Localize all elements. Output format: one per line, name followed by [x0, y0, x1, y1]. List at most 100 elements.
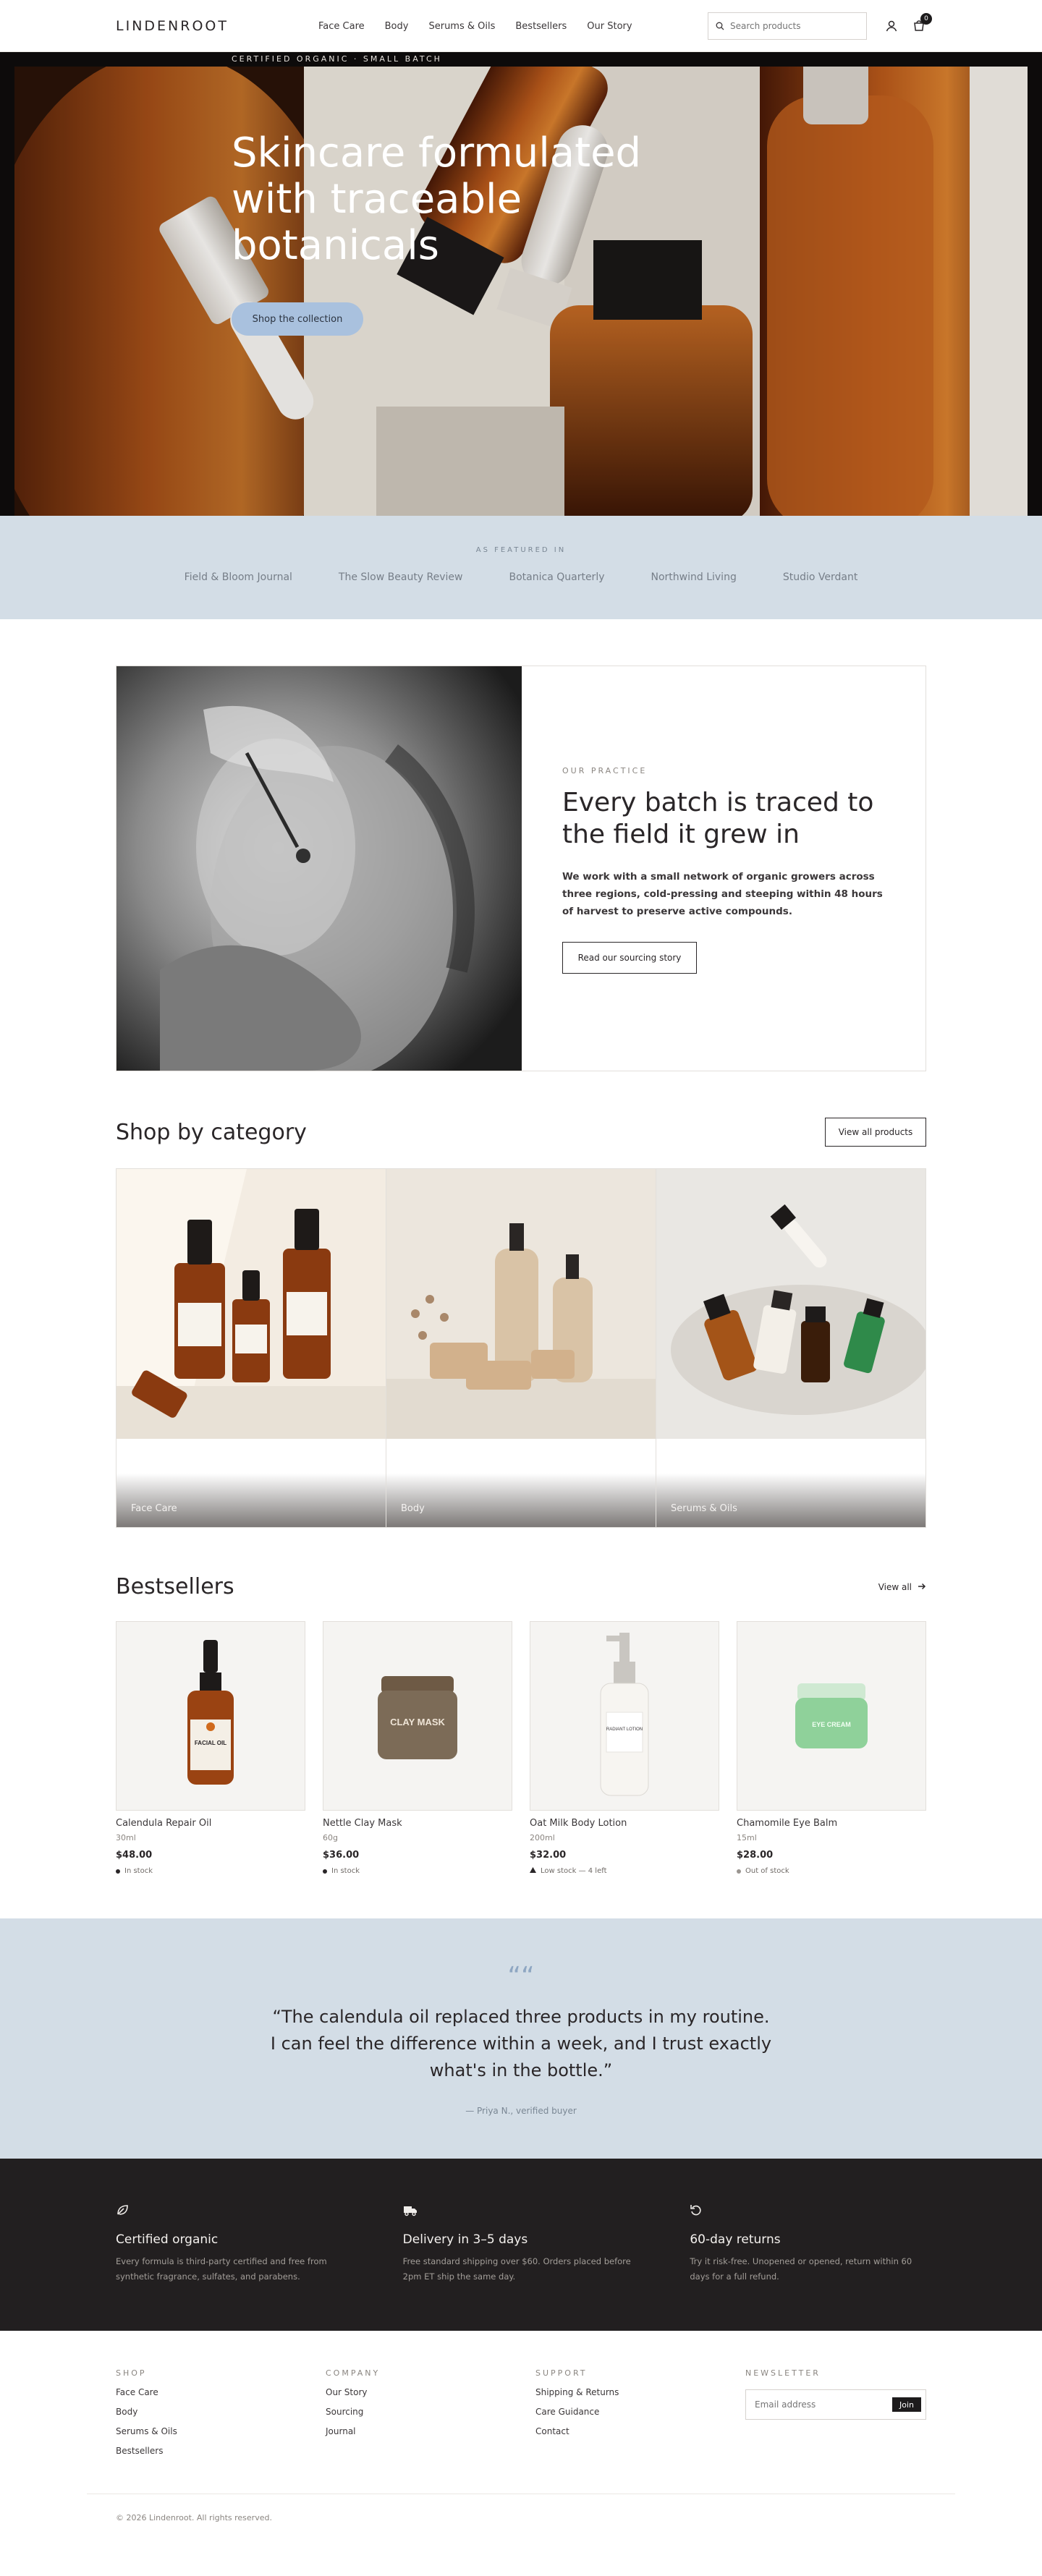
stock-status: Out of stock — [737, 1867, 926, 1875]
warning-triangle-icon — [530, 1867, 536, 1875]
product-name[interactable]: Chamomile Eye Balm — [737, 1818, 926, 1829]
product-image[interactable]: FACIAL OIL — [116, 1621, 305, 1811]
footer-col-support: SUPPORT Shipping & Returns Care Guidance… — [535, 2368, 745, 2456]
product-image[interactable]: RADIANT LOTION — [530, 1621, 719, 1811]
product-image[interactable]: CLAY MASK — [323, 1621, 512, 1811]
value-prop-delivery: Delivery in 3–5 days Free standard shipp… — [403, 2203, 640, 2284]
search-box[interactable] — [708, 12, 867, 40]
nav-item-bestsellers[interactable]: Bestsellers — [515, 21, 567, 32]
nav-item-our-story[interactable]: Our Story — [587, 21, 632, 32]
footer-link[interactable]: Sourcing — [326, 2407, 535, 2417]
product-price: $36.00 — [323, 1850, 360, 1861]
bestsellers-heading: Bestsellers — [116, 1574, 234, 1599]
serums-oils-image — [656, 1169, 925, 1439]
product-size: 60g — [323, 1833, 338, 1842]
footer-link[interactable]: Our Story — [326, 2387, 535, 2397]
nav-item-body[interactable]: Body — [385, 21, 409, 32]
footer-heading: COMPANY — [326, 2368, 381, 2378]
category-label: Face Care — [131, 1503, 177, 1514]
bestsellers-section: Bestsellers View all FACIAL OIL Calendul… — [116, 1574, 926, 1875]
footer-link[interactable]: Journal — [326, 2426, 535, 2436]
practice-kicker: OUR PRACTICE — [562, 766, 648, 775]
cart-count-badge: 0 — [920, 13, 932, 25]
product-name[interactable]: Oat Milk Body Lotion — [530, 1818, 719, 1829]
footer-link[interactable]: Bestsellers — [116, 2446, 326, 2456]
view-all-bestsellers-link[interactable]: View all — [878, 1580, 926, 1594]
practice-body: We work with a small network of organic … — [562, 871, 883, 917]
value-prop-organic: Certified organic Every formula is third… — [116, 2203, 352, 2284]
value-body: Try it risk-free. Unopened or opened, re… — [690, 2256, 912, 2282]
footer-link[interactable]: Serums & Oils — [116, 2426, 326, 2436]
press-outlet: Studio Verdant — [782, 571, 858, 583]
press-outlet: The Slow Beauty Review — [338, 571, 463, 583]
stock-status: Low stock — 4 left — [530, 1867, 719, 1875]
value-prop-returns: 60-day returns Try it risk-free. Unopene… — [690, 2203, 926, 2284]
body-image — [386, 1169, 656, 1439]
product-card[interactable]: CLAY MASK Nettle Clay Mask 60g $36.00 In… — [323, 1621, 512, 1875]
cart-icon[interactable]: 0 — [912, 13, 932, 33]
stock-status: In stock — [323, 1867, 512, 1875]
product-label-text: FACIAL OIL — [195, 1740, 226, 1746]
press-outlet: Botanica Quarterly — [509, 571, 605, 583]
newsletter-email-input[interactable] — [755, 2399, 892, 2410]
footer-link[interactable]: Face Care — [116, 2387, 326, 2397]
category-section: Shop by category View all products Face … — [116, 1118, 926, 1528]
site-footer: SHOP Face Care Body Serums & Oils Bestse… — [0, 2331, 1042, 2545]
footer-heading: NEWSLETTER — [745, 2368, 821, 2378]
quote-icon: ““ — [507, 1962, 535, 1991]
testimonial-author: — Priya N., verified buyer — [465, 2106, 577, 2116]
product-name[interactable]: Calendula Repair Oil — [116, 1818, 305, 1829]
testimonial-band: ““ “The calendula oil replaced three pro… — [0, 1918, 1042, 2159]
footer-link[interactable]: Contact — [535, 2426, 745, 2436]
in-stock-dot-icon — [323, 1869, 327, 1874]
hero-title: Skincare formulated with traceable botan… — [232, 129, 642, 269]
category-card-body[interactable]: Body — [386, 1169, 656, 1527]
return-icon — [690, 2205, 703, 2219]
face-care-image — [117, 1169, 386, 1439]
main-nav: Face Care Body Serums & Oils Bestsellers… — [318, 21, 708, 32]
arrow-right-icon — [918, 1580, 926, 1594]
footer-col-newsletter: NEWSLETTER Join — [745, 2368, 926, 2456]
practice-section: OUR PRACTICE Every batch is traced to th… — [116, 666, 926, 1071]
nav-item-face-care[interactable]: Face Care — [318, 21, 365, 32]
product-card[interactable]: FACIAL OIL Calendula Repair Oil 30ml $48… — [116, 1621, 305, 1875]
press-outlet: Northwind Living — [651, 571, 737, 583]
logo[interactable]: LINDENROOT — [116, 18, 318, 34]
value-props: Certified organic Every formula is third… — [0, 2159, 1042, 2331]
product-label-text: EYE CREAM — [812, 1721, 851, 1728]
product-name[interactable]: Nettle Clay Mask — [323, 1818, 512, 1829]
view-all-products-button[interactable]: View all products — [825, 1118, 926, 1147]
footer-link[interactable]: Body — [116, 2407, 326, 2417]
account-icon[interactable] — [884, 19, 899, 33]
category-card-face-care[interactable]: Face Care — [117, 1169, 386, 1527]
product-size: 15ml — [737, 1833, 757, 1842]
value-title: Certified organic — [116, 2232, 219, 2247]
hero-eyebrow: CERTIFIED ORGANIC · SMALL BATCH — [232, 54, 442, 64]
product-size: 30ml — [116, 1833, 136, 1842]
featured-label: AS FEATURED IN — [475, 546, 567, 554]
footer-heading: SUPPORT — [535, 2368, 588, 2378]
sourcing-story-button[interactable]: Read our sourcing story — [562, 942, 697, 974]
product-size: 200ml — [530, 1833, 555, 1842]
product-card[interactable]: RADIANT LOTION Oat Milk Body Lotion 200m… — [530, 1621, 719, 1875]
copyright: © 2026 Lindenroot. All rights reserved. — [116, 2513, 272, 2522]
value-body: Every formula is third-party certified a… — [116, 2256, 327, 2282]
product-image[interactable]: EYE CREAM — [737, 1621, 926, 1811]
value-body: Free standard shipping over $60. Orders … — [402, 2256, 631, 2282]
nav-item-serums-oils[interactable]: Serums & Oils — [428, 21, 495, 32]
footer-link[interactable]: Care Guidance — [535, 2407, 745, 2417]
in-stock-dot-icon — [116, 1869, 120, 1874]
site-header: LINDENROOT Face Care Body Serums & Oils … — [0, 0, 1042, 52]
footer-col-company: COMPANY Our Story Sourcing Journal — [326, 2368, 535, 2456]
practice-title: Every batch is traced to the field it gr… — [562, 788, 874, 849]
view-all-label: View all — [878, 1581, 912, 1592]
leaf-icon — [116, 2205, 129, 2219]
join-button[interactable]: Join — [891, 2397, 921, 2412]
shop-collection-button[interactable]: Shop the collection — [232, 302, 363, 336]
category-card-serums-oils[interactable]: Serums & Oils — [656, 1169, 925, 1527]
category-heading: Shop by category — [116, 1119, 307, 1145]
product-label-text: CLAY MASK — [390, 1717, 445, 1727]
search-input[interactable] — [730, 21, 853, 31]
footer-link[interactable]: Shipping & Returns — [535, 2387, 745, 2397]
product-card[interactable]: EYE CREAM Chamomile Eye Balm 15ml $28.00… — [737, 1621, 926, 1875]
